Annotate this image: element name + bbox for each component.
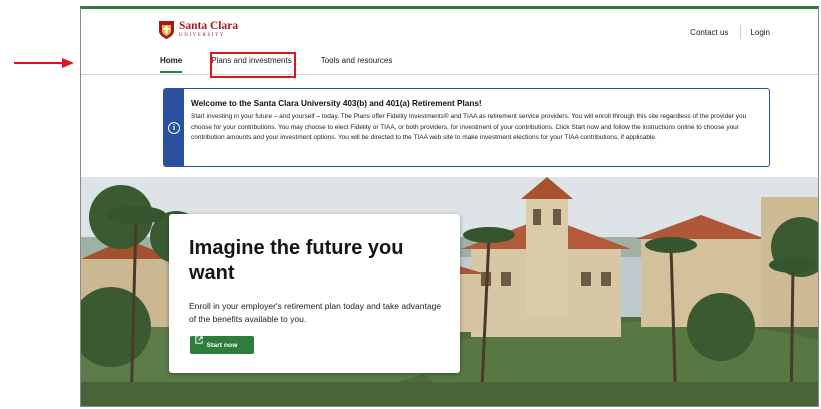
external-link-icon — [195, 336, 203, 344]
utility-links: Contact us Login — [690, 25, 770, 39]
browser-viewport: Santa Clara UNIVERSITY Contact us Login … — [80, 6, 819, 407]
nav-home[interactable]: Home — [160, 56, 183, 73]
start-now-button[interactable]: Start now — [190, 336, 254, 354]
university-seal-icon — [159, 21, 174, 39]
logo-subtitle: UNIVERSITY — [179, 33, 225, 39]
nav-tools-and-resources[interactable]: Tools and resources — [321, 56, 393, 65]
login-link[interactable]: Login — [750, 28, 770, 37]
contact-us-link[interactable]: Contact us — [690, 28, 728, 37]
university-logo[interactable]: Santa Clara UNIVERSITY — [158, 19, 238, 40]
info-icon: i — [168, 121, 180, 134]
banner-body: Start investing in your future – and you… — [191, 113, 747, 142]
annotation-arrow-icon — [14, 58, 74, 68]
hero-title: Imagine the future you want — [189, 237, 404, 284]
logo-name: Santa Clara — [179, 19, 239, 32]
link-divider — [740, 25, 742, 39]
screenshot-stage: Santa Clara UNIVERSITY Contact us Login … — [0, 0, 821, 409]
site-header: Santa Clara UNIVERSITY Contact us Login … — [81, 9, 818, 78]
welcome-banner: i Welcome to the Santa Clara University … — [163, 88, 770, 167]
annotation-highlight-box — [210, 52, 296, 78]
banner-title: Welcome to the Santa Clara University 40… — [191, 99, 482, 108]
hero-card: Imagine the future you want Enroll in yo… — [169, 214, 460, 373]
hero-section: Imagine the future you want Enroll in yo… — [81, 177, 818, 406]
banner-accent: i — [164, 89, 184, 166]
start-now-label: Start now — [206, 341, 238, 349]
hero-subtitle: Enroll in your employer's retirement pla… — [189, 301, 442, 324]
